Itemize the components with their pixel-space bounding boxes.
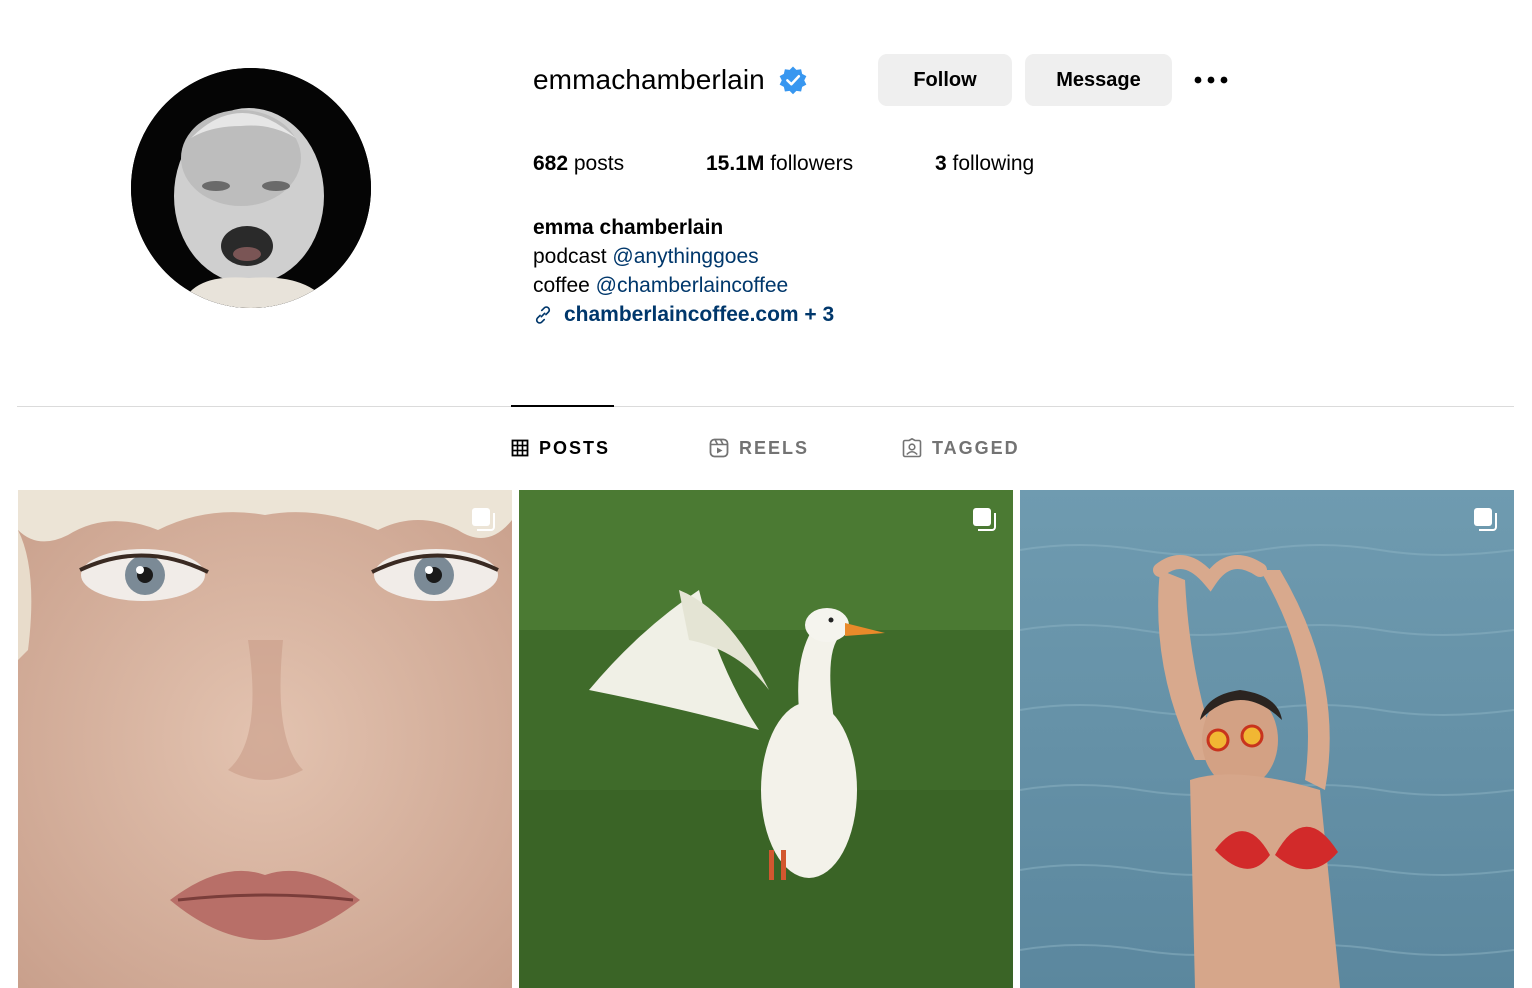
followers-stat[interactable]: 15.1M followers (706, 152, 853, 176)
avatar[interactable] (131, 68, 371, 308)
follow-button[interactable]: Follow (878, 54, 1012, 106)
posts-label: posts (568, 152, 625, 175)
external-link-text: chamberlaincoffee.com + 3 (564, 303, 835, 326)
carousel-icon (472, 508, 495, 531)
external-link[interactable]: chamberlaincoffee.com + 3 (533, 300, 834, 329)
post-tile[interactable] (18, 490, 512, 988)
profile-divider (17, 406, 1514, 407)
posts-count: 682 (533, 152, 569, 175)
followers-label: followers (764, 152, 854, 175)
post-image-face (18, 490, 512, 988)
username[interactable]: emmachamberlain (533, 64, 765, 96)
followers-count: 15.1M (706, 152, 765, 175)
carousel-icon (1474, 508, 1497, 531)
post-image-sea (1020, 490, 1514, 988)
bio-line-podcast: podcast @anythinggoes (533, 242, 834, 271)
message-button[interactable]: Message (1025, 54, 1172, 106)
following-count: 3 (935, 152, 947, 175)
link-icon (535, 305, 551, 324)
reels-icon (709, 438, 729, 458)
bio-line-coffee: coffee @chamberlaincoffee (533, 271, 834, 300)
mention-anythinggoes[interactable]: @anythinggoes (612, 245, 758, 268)
following-stat[interactable]: 3 following (935, 152, 1034, 176)
tagged-icon (902, 438, 922, 458)
bio: emma chamberlain podcast @anythinggoes c… (533, 213, 834, 329)
following-label: following (946, 152, 1035, 175)
post-tile[interactable] (519, 490, 1013, 988)
post-image-duck (519, 490, 1013, 988)
carousel-icon (973, 508, 996, 531)
active-tab-indicator (511, 405, 614, 407)
display-name: emma chamberlain (533, 216, 724, 239)
mention-chamberlaincoffee[interactable]: @chamberlaincoffee (596, 274, 789, 297)
avatar-image (131, 68, 371, 308)
tab-tagged-label: TAGGED (932, 437, 1020, 458)
tab-posts-label: POSTS (539, 437, 611, 458)
verified-badge-icon (778, 65, 808, 95)
grid-icon (511, 439, 529, 457)
username-row: emmachamberlain (533, 54, 808, 106)
tab-posts[interactable]: POSTS (511, 436, 610, 460)
tab-reels-label: REELS (739, 437, 810, 458)
tab-reels[interactable]: REELS (709, 436, 809, 460)
bio-line-coffee-prefix: coffee (533, 274, 596, 297)
posts-stat: 682 posts (533, 152, 624, 176)
post-tile[interactable] (1020, 490, 1514, 988)
bio-line-podcast-prefix: podcast (533, 245, 613, 268)
more-options-icon[interactable] (1192, 66, 1230, 94)
tab-tagged[interactable]: TAGGED (902, 436, 1020, 460)
